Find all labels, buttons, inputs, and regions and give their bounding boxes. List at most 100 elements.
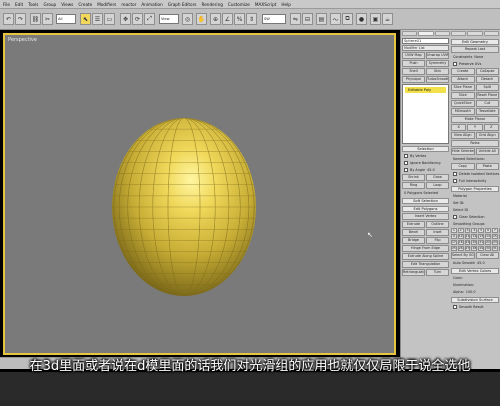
detach-button[interactable]: Detach	[475, 76, 499, 83]
smoothing-group-button[interactable]: 19	[464, 240, 471, 245]
planar-x-button[interactable]: X	[451, 124, 467, 131]
selection-rollout[interactable]: Selection	[402, 146, 449, 152]
menu-help[interactable]: Help	[281, 2, 291, 7]
collapse-button[interactable]: Collapse	[475, 68, 499, 75]
paste-selection-button[interactable]: Paste	[475, 163, 499, 170]
smoothing-group-button[interactable]: 4	[471, 228, 478, 233]
sphere-object[interactable]	[5, 35, 396, 355]
smoothing-group-button[interactable]: 21	[478, 240, 485, 245]
spinner-snap-icon[interactable]: ⇕	[246, 13, 257, 25]
tessellate-button[interactable]: Tessellate	[475, 108, 499, 115]
extrude-button[interactable]: Extrude	[402, 221, 425, 228]
hinge-from-edge-button[interactable]: Hinge From Edge	[402, 245, 449, 252]
align-icon[interactable]: ⊟	[302, 13, 313, 25]
make-planar-button[interactable]: Make Planar	[451, 116, 499, 123]
menu-edit[interactable]: Edit	[15, 2, 23, 7]
grow-button[interactable]: Grow	[426, 174, 449, 181]
ring-button[interactable]: Ring	[402, 182, 425, 189]
select-by-name-icon[interactable]: ☰	[92, 13, 103, 25]
bridge-button[interactable]: Bridge	[402, 237, 425, 244]
hierarchy-tab[interactable]	[434, 31, 450, 36]
smoothing-group-button[interactable]: 5	[478, 228, 485, 233]
selection-filter-dropdown[interactable]: All	[56, 14, 76, 24]
redo-icon[interactable]: ↷	[15, 13, 26, 25]
angle-spinner[interactable]: 45.0	[427, 168, 435, 172]
shrink-button[interactable]: Shrink	[402, 174, 425, 181]
skin-button[interactable]: Skin	[426, 68, 449, 75]
edit-geometry-rollout[interactable]: Edit Geometry	[451, 39, 499, 45]
full-interactivity-checkbox[interactable]	[453, 179, 457, 183]
layer-manager-icon[interactable]: ▤	[316, 13, 327, 25]
motion-tab[interactable]	[450, 31, 467, 36]
smoothing-group-button[interactable]: 28	[471, 246, 478, 251]
cut-button[interactable]: Cut	[475, 100, 499, 107]
planar-z-button[interactable]: Z	[483, 124, 499, 131]
rotate-icon[interactable]: ⟳	[132, 13, 143, 25]
quick-render-icon[interactable]: ☕	[382, 13, 393, 25]
create-button[interactable]: Create	[451, 68, 475, 75]
smoothing-group-button[interactable]: 2	[457, 228, 464, 233]
reset-plane-button[interactable]: Reset Plane	[475, 92, 499, 99]
modify-tab[interactable]	[418, 31, 434, 36]
outline-button[interactable]: Outline	[426, 221, 449, 228]
turbosmooth-button[interactable]: TurboSmooth	[426, 76, 449, 83]
select-manipulate-icon[interactable]: ✋	[196, 13, 207, 25]
smoothing-group-button[interactable]: 15	[491, 234, 498, 239]
shell-button[interactable]: Shell	[402, 68, 425, 75]
smooth-result-checkbox[interactable]	[453, 305, 457, 309]
retriangulate-button[interactable]: Retriangulate	[402, 269, 425, 276]
named-selection-sets-dropdown[interactable]: SW	[262, 14, 286, 24]
preserve-uvs-checkbox[interactable]	[453, 62, 457, 66]
bevel-button[interactable]: Bevel	[402, 229, 425, 236]
slice-button[interactable]: Slice	[451, 92, 475, 99]
smoothing-group-button[interactable]: 3	[464, 228, 471, 233]
smoothing-group-button[interactable]: 13	[478, 234, 485, 239]
unwrap-uvw-button[interactable]: Unwrap UVW	[426, 52, 449, 59]
menu-rendering[interactable]: Rendering	[202, 2, 223, 7]
ignore-backfacing-checkbox[interactable]	[404, 161, 408, 165]
percent-snap-icon[interactable]: %	[234, 13, 245, 25]
view-align-button[interactable]: View Align	[451, 132, 475, 139]
render-setup-icon[interactable]: ▣	[370, 13, 381, 25]
stack-item-editable-poly[interactable]: Editable Poly	[405, 87, 446, 93]
polygon-properties-rollout[interactable]: Polygon Properties	[451, 186, 499, 192]
smoothing-group-button[interactable]: 17	[451, 240, 457, 245]
modifier-list-dropdown[interactable]: Modifier List	[402, 45, 449, 51]
copy-selection-button[interactable]: Copy	[451, 163, 475, 170]
menu-maxscript[interactable]: MAXScript	[255, 2, 277, 7]
attach-button[interactable]: Attach	[451, 76, 475, 83]
material-editor-icon[interactable]: ●	[356, 13, 367, 25]
link-icon[interactable]: ⛓	[30, 13, 41, 25]
menu-create[interactable]: Create	[78, 2, 92, 7]
by-angle-checkbox[interactable]	[404, 168, 408, 172]
msmooth-button[interactable]: MSmooth	[451, 108, 475, 115]
unhide-all-button[interactable]: Unhide All	[475, 148, 499, 155]
utilities-tab[interactable]	[483, 31, 499, 36]
menu-group[interactable]: Group	[43, 2, 56, 7]
edit-triangulation-button[interactable]: Edit Triangulation	[402, 261, 449, 268]
repeat-last-button[interactable]: Repeat Last	[451, 46, 499, 53]
select-object-icon[interactable]: ⬉	[80, 13, 91, 25]
flip-button[interactable]: Flip	[426, 237, 449, 244]
smoothing-group-button[interactable]: 20	[471, 240, 478, 245]
mirror-icon[interactable]: ⇋	[290, 13, 301, 25]
menu-reactor[interactable]: reactor	[121, 2, 136, 7]
menu-tools[interactable]: Tools	[28, 2, 38, 7]
move-icon[interactable]: ✥	[120, 13, 131, 25]
slice-plane-button[interactable]: Slice Plane	[451, 84, 475, 91]
menu-file[interactable]: File	[3, 2, 10, 7]
split-button[interactable]: Split	[475, 84, 499, 91]
menu-customize[interactable]: Customize	[228, 2, 250, 7]
scale-icon[interactable]: ⤢	[144, 13, 155, 25]
smoothing-group-button[interactable]: 9	[451, 234, 457, 239]
symmetry-button[interactable]: Symmetry	[426, 60, 449, 67]
smoothing-group-button[interactable]: 14	[485, 234, 491, 239]
push-button[interactable]: Push	[402, 60, 425, 67]
smoothing-group-button[interactable]: 12	[471, 234, 478, 239]
quickslice-button[interactable]: QuickSlice	[451, 100, 475, 107]
soft-selection-rollout[interactable]: Soft Selection	[402, 198, 449, 204]
smoothing-group-button[interactable]: 11	[464, 234, 471, 239]
relax-button[interactable]: Relax	[451, 140, 499, 147]
edit-polygons-rollout[interactable]: Edit Polygons	[402, 206, 449, 212]
delete-isolated-vertices-checkbox[interactable]	[453, 172, 457, 176]
